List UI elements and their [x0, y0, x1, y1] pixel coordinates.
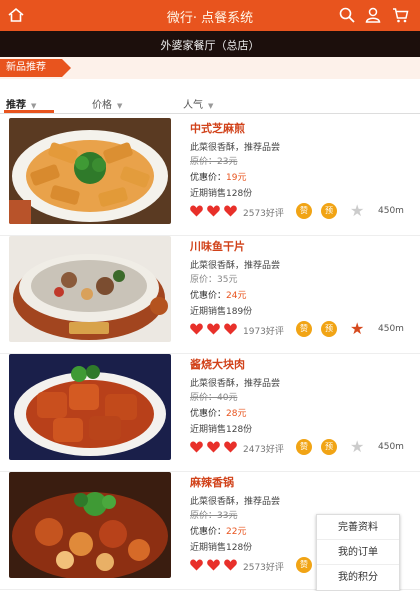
- dish-sales: 近期销售128份: [190, 543, 253, 553]
- good-review-count: 2573好评: [243, 563, 284, 573]
- heart-icon: [207, 323, 220, 335]
- heart-icon: [190, 205, 203, 217]
- dish-distance: 450m: [378, 324, 404, 334]
- category-tag[interactable]: 新品推荐: [0, 59, 71, 77]
- like-badge[interactable]: 赞: [296, 203, 312, 219]
- order-badge[interactable]: 预: [321, 321, 337, 337]
- dish-item[interactable]: 川味鱼干片 此菜很香酥，推荐品尝 原价：35元 优惠价：24元 近期销售189份…: [0, 236, 420, 354]
- dish-discount-price: 优惠价：22元: [190, 524, 246, 537]
- heart-icon: [224, 559, 237, 571]
- heart-icon: [207, 205, 220, 217]
- good-review-count: 2473好评: [243, 445, 284, 455]
- order-badge[interactable]: 预: [321, 203, 337, 219]
- discount-label: 优惠价：: [190, 527, 227, 537]
- top-bar: 微行· 点餐系统: [0, 0, 420, 31]
- heart-icon: [207, 441, 220, 453]
- dish-rating-row: 1973好评 赞 预 ★ 450m: [190, 321, 410, 337]
- menu-item-points[interactable]: 我的积分: [317, 565, 399, 590]
- star-icon[interactable]: ★: [350, 203, 364, 219]
- dish-sales: 近期销售128份: [190, 189, 253, 199]
- shop-name[interactable]: 外婆家餐厅（总店）: [0, 37, 420, 53]
- dish-description: 此菜很香酥，推荐品尝: [190, 261, 281, 271]
- dish-original-price: 原价：23元: [190, 157, 238, 167]
- discount-value: 22元: [226, 527, 247, 537]
- cart-icon[interactable]: [391, 6, 409, 24]
- heart-icon: [224, 205, 237, 217]
- discount-value: 28元: [226, 409, 247, 419]
- user-popup-menu: 完善资料 我的订单 我的积分: [316, 514, 400, 591]
- user-icon[interactable]: [364, 6, 382, 24]
- shop-bar: 外婆家餐厅（总店）: [0, 31, 420, 57]
- discount-label: 优惠价：: [190, 409, 227, 419]
- dish-item[interactable]: 酱烧大块肉 此菜很香酥，推荐品尝 原价：40元 优惠价：28元 近期销售128份…: [0, 354, 420, 472]
- dish-name[interactable]: 中式芝麻煎: [190, 120, 245, 136]
- like-badge[interactable]: 赞: [296, 439, 312, 455]
- sort-active-indicator: [4, 110, 54, 113]
- dish-original-price: 原价：40元: [190, 393, 238, 403]
- dish-photo: [9, 354, 171, 460]
- order-badge[interactable]: 预: [321, 439, 337, 455]
- sort-arrow-icon: ▼: [117, 102, 123, 110]
- app-title: 微行· 点餐系统: [166, 11, 254, 26]
- dish-original-price: 原价：35元: [190, 275, 238, 285]
- dish-sales: 近期销售128份: [190, 425, 253, 435]
- dish-description: 此菜很香酥，推荐品尝: [190, 143, 281, 153]
- sort-recommend[interactable]: 推荐 ▼: [6, 96, 36, 111]
- like-badge[interactable]: 赞: [296, 557, 312, 573]
- sort-label: 价格: [92, 100, 112, 111]
- dish-name[interactable]: 麻辣香锅: [190, 474, 234, 490]
- sort-arrow-icon: ▼: [208, 102, 214, 110]
- discount-value: 24元: [226, 291, 247, 301]
- heart-icon: [224, 323, 237, 335]
- discount-value: 19元: [226, 173, 247, 183]
- discount-label: 优惠价：: [190, 173, 227, 183]
- dish-photo: [9, 236, 171, 342]
- like-badge[interactable]: 赞: [296, 321, 312, 337]
- dish-photo: [9, 472, 171, 578]
- heart-icon: [190, 559, 203, 571]
- dish-item[interactable]: 中式芝麻煎 此菜很香酥，推荐品尝 原价：23元 优惠价：19元 近期销售128份…: [0, 118, 420, 236]
- heart-icon: [207, 559, 220, 571]
- good-review-count: 1973好评: [243, 327, 284, 337]
- sort-bar: 推荐 ▼ 价格 ▼ 人气 ▼: [0, 92, 420, 114]
- star-icon[interactable]: ★: [350, 439, 364, 455]
- category-strip: 新品推荐: [0, 57, 420, 79]
- sort-price[interactable]: 价格 ▼: [92, 96, 122, 111]
- sort-arrow-icon: ▼: [31, 102, 37, 110]
- dish-photo: [9, 118, 171, 224]
- dish-discount-price: 优惠价：28元: [190, 406, 246, 419]
- dish-distance: 450m: [378, 206, 404, 216]
- heart-icon: [224, 441, 237, 453]
- dish-discount-price: 优惠价：19元: [190, 170, 246, 183]
- dish-description: 此菜很香酥，推荐品尝: [190, 379, 281, 389]
- menu-item-orders[interactable]: 我的订单: [317, 540, 399, 565]
- sort-popularity[interactable]: 人气 ▼: [183, 96, 213, 111]
- dish-sales: 近期销售189份: [190, 307, 253, 317]
- dish-discount-price: 优惠价：24元: [190, 288, 246, 301]
- sort-label: 人气: [183, 100, 203, 111]
- dish-rating-row: 2573好评 赞 预 ★ 450m: [190, 203, 410, 219]
- heart-icon: [190, 441, 203, 453]
- menu-item-profile[interactable]: 完善资料: [317, 515, 399, 540]
- search-icon[interactable]: [338, 6, 356, 24]
- heart-icon: [190, 323, 203, 335]
- discount-label: 优惠价：: [190, 291, 227, 301]
- dish-name[interactable]: 川味鱼干片: [190, 238, 245, 254]
- dish-rating-row: 2473好评 赞 预 ★ 450m: [190, 439, 410, 455]
- good-review-count: 2573好评: [243, 209, 284, 219]
- dish-name[interactable]: 酱烧大块肉: [190, 356, 245, 372]
- star-icon[interactable]: ★: [350, 321, 364, 337]
- dish-distance: 450m: [378, 442, 404, 452]
- dish-original-price: 原价：33元: [190, 511, 238, 521]
- dish-description: 此菜很香酥，推荐品尝: [190, 497, 281, 507]
